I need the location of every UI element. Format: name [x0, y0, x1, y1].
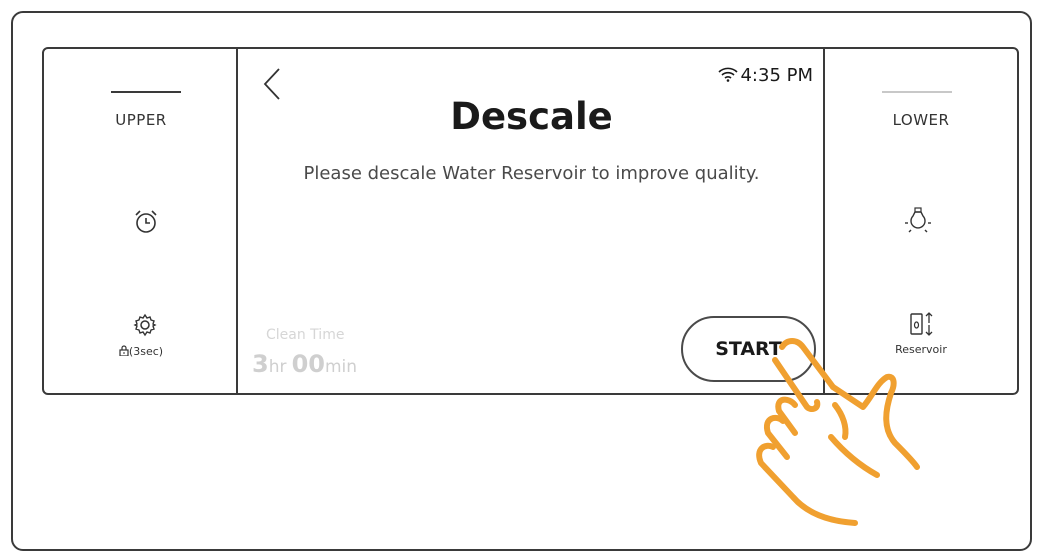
clean-time-minutes-unit: min [324, 357, 358, 377]
page-title: Descale [450, 95, 613, 138]
descale-message: Please descale Water Reservoir to improv… [303, 163, 760, 184]
upper-indicator-bar [111, 91, 181, 93]
clean-time-label: Clean Time [266, 327, 345, 343]
light-bulb-icon[interactable] [903, 206, 933, 236]
alarm-clock-icon[interactable] [133, 209, 159, 235]
time-text: 4:35 PM [740, 65, 813, 86]
gear-icon[interactable] [133, 313, 157, 337]
wifi-icon [718, 67, 739, 82]
lower-indicator-bar [882, 91, 952, 93]
lower-label: LOWER [892, 111, 950, 129]
clean-time-value: 3hr 00min [252, 350, 357, 378]
clean-time-minutes: 00 [291, 350, 325, 378]
status-time: 4:35 PM [718, 65, 813, 86]
clean-time-hours: 3 [252, 350, 269, 378]
clean-time-hours-unit: hr [268, 357, 287, 377]
upper-label: UPPER [115, 111, 167, 129]
lock-label: (3sec) [128, 345, 164, 358]
lock-control[interactable]: (3sec) [44, 345, 238, 358]
hand-pointer-icon [756, 338, 920, 526]
lock-icon [119, 345, 129, 357]
upper-oven-panel[interactable]: UPPER (3sec) [44, 49, 238, 393]
